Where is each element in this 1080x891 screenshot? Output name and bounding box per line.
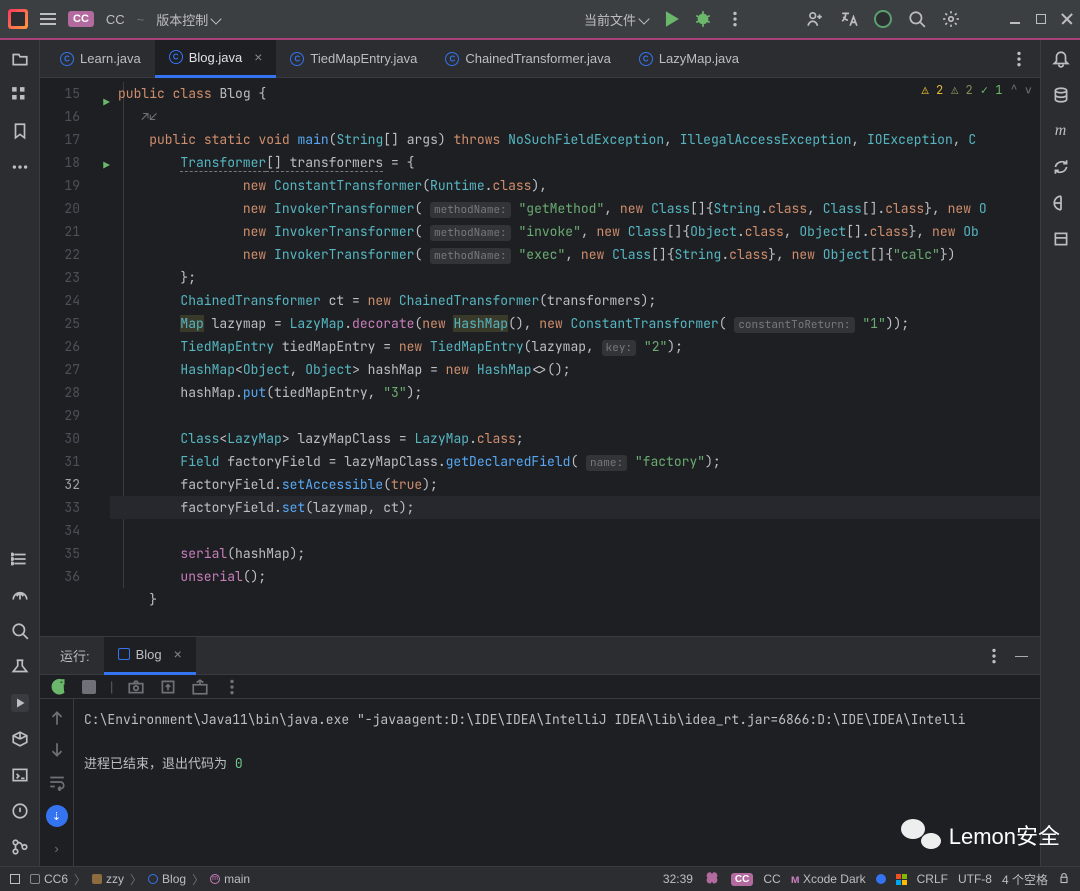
notifications-icon[interactable] <box>1052 50 1070 68</box>
up-arrow-icon[interactable] <box>48 709 66 727</box>
learn-icon[interactable] <box>1052 194 1070 212</box>
caret-position[interactable]: 32:39 <box>663 872 693 886</box>
editor-tab[interactable]: TiedMapEntry.java <box>276 40 431 78</box>
debug-button[interactable] <box>694 10 712 28</box>
rerun-button[interactable] <box>50 678 68 696</box>
scroll-to-end-icon[interactable]: ⇣ <box>46 805 68 827</box>
cc-badge-sb[interactable]: CC <box>731 873 753 886</box>
run-config-tab[interactable]: Blog × <box>104 637 196 675</box>
breadcrumb-item[interactable]: m main <box>210 872 250 886</box>
database-icon[interactable] <box>1052 86 1070 104</box>
problems-tool-icon[interactable] <box>11 802 29 820</box>
encoding[interactable]: UTF-8 <box>958 872 992 886</box>
status-bar: CC6〉 zzy〉 Blog〉m main 32:39 CC CC ᴍ Xcod… <box>0 866 1080 891</box>
settings-icon[interactable] <box>942 10 960 28</box>
java-file-icon <box>639 52 653 66</box>
theme-indicator[interactable]: ᴍ Xcode Dark <box>791 872 866 886</box>
editor-tab[interactable]: Learn.java <box>46 40 155 78</box>
camera-icon[interactable] <box>127 678 145 696</box>
window-maximize-icon[interactable] <box>1036 14 1046 24</box>
find-tool-icon[interactable] <box>11 622 29 640</box>
hamburger-icon[interactable] <box>40 13 56 25</box>
terminal-tool-icon[interactable] <box>11 766 29 784</box>
code-editor[interactable]: ⚠ 2 ⚠ 2 ✓ 1 ^ ∨ 151617181920212223242526… <box>40 78 1040 636</box>
search-icon[interactable] <box>908 10 926 28</box>
todo-tool-icon[interactable] <box>11 550 29 568</box>
left-tool-rail <box>0 40 40 866</box>
brain-icon[interactable] <box>703 870 721 888</box>
sync-icon[interactable] <box>1052 158 1070 176</box>
run-panel: 运行: Blog × — | <box>40 636 1040 866</box>
line-gutter[interactable]: 1516171819202122232425262728293031323334… <box>40 78 90 636</box>
right-tool-rail: m <box>1040 40 1080 866</box>
java-file-icon <box>169 50 183 64</box>
more-tool-icon[interactable] <box>11 158 29 176</box>
tabs-more-icon[interactable] <box>1010 50 1028 68</box>
indent[interactable]: 4 个空格 <box>1002 871 1048 888</box>
vcs-widget[interactable]: 版本控制 <box>156 10 220 29</box>
code-area[interactable]: public class Blog { ↗↙ public static voi… <box>110 78 1040 636</box>
stop-button[interactable] <box>82 680 96 694</box>
console-output[interactable]: C:\Environment\Java11\bin\java.exe "-jav… <box>74 699 1040 866</box>
project-badge: CC <box>68 11 94 27</box>
bookmarks-tool-icon[interactable] <box>11 122 29 140</box>
windows-icon[interactable] <box>896 874 907 885</box>
down-arrow-icon[interactable] <box>48 741 66 759</box>
java-file-icon <box>290 52 304 66</box>
java-file-icon <box>60 52 74 66</box>
breadcrumb-item[interactable]: Blog <box>148 872 186 886</box>
run-more-icon[interactable] <box>985 647 1003 665</box>
avatar-icon[interactable] <box>874 10 892 28</box>
editor-tab[interactable]: Blog.java× <box>155 40 277 78</box>
breadcrumb-item[interactable]: CC6 <box>30 872 68 886</box>
window-close-icon[interactable] <box>1062 14 1072 24</box>
code-with-me-icon[interactable] <box>806 10 824 28</box>
breadcrumb[interactable]: CC6〉 zzy〉 Blog〉m main <box>30 871 250 888</box>
toolbar-more-icon[interactable] <box>223 678 241 696</box>
line-separator[interactable]: CRLF <box>917 872 948 886</box>
editor-tabs: Learn.javaBlog.java×TiedMapEntry.javaCha… <box>40 40 1040 78</box>
app-logo-icon <box>8 9 28 29</box>
close-icon[interactable]: × <box>254 49 262 65</box>
maven-icon[interactable]: m <box>1052 122 1070 140</box>
structure-tool-icon[interactable] <box>11 86 29 104</box>
build-tool-icon[interactable] <box>11 658 29 676</box>
minimize-panel-icon[interactable]: — <box>1015 648 1028 663</box>
status-dot-icon[interactable] <box>876 874 886 884</box>
gutter-icons[interactable]: ▶▶ <box>90 78 110 636</box>
expand-icon[interactable]: › <box>54 841 58 856</box>
services-tool-icon[interactable] <box>11 730 29 748</box>
editor-tab[interactable]: LazyMap.java <box>625 40 753 78</box>
profiler-tool-icon[interactable] <box>11 586 29 604</box>
wrap-icon[interactable] <box>48 773 66 791</box>
run-tool-icon[interactable] <box>11 694 29 712</box>
readonly-icon[interactable] <box>1058 872 1070 887</box>
assistant-icon[interactable] <box>1052 230 1070 248</box>
inspection-widget[interactable]: ⚠ 2 ⚠ 2 ✓ 1 ^ ∨ <box>922 82 1032 98</box>
editor-tab[interactable]: ChainedTransformer.java <box>431 40 624 78</box>
close-icon[interactable]: × <box>174 646 182 662</box>
more-actions-icon[interactable] <box>726 10 744 28</box>
java-file-icon <box>445 52 459 66</box>
project-tool-icon[interactable] <box>11 50 29 68</box>
export-icon[interactable] <box>159 678 177 696</box>
toolwindow-toggle-icon[interactable] <box>10 874 20 884</box>
translate-icon[interactable] <box>840 10 858 28</box>
run-config-selector[interactable]: 当前文件 <box>584 10 648 29</box>
layout-icon[interactable] <box>191 678 209 696</box>
run-button[interactable] <box>662 10 680 28</box>
project-name[interactable]: CC <box>106 12 125 27</box>
run-tab-label[interactable]: 运行: <box>46 637 104 675</box>
window-minimize-icon[interactable] <box>1010 14 1020 24</box>
breadcrumb-item[interactable]: zzy <box>92 872 124 886</box>
vcs-tool-icon[interactable] <box>11 838 29 856</box>
